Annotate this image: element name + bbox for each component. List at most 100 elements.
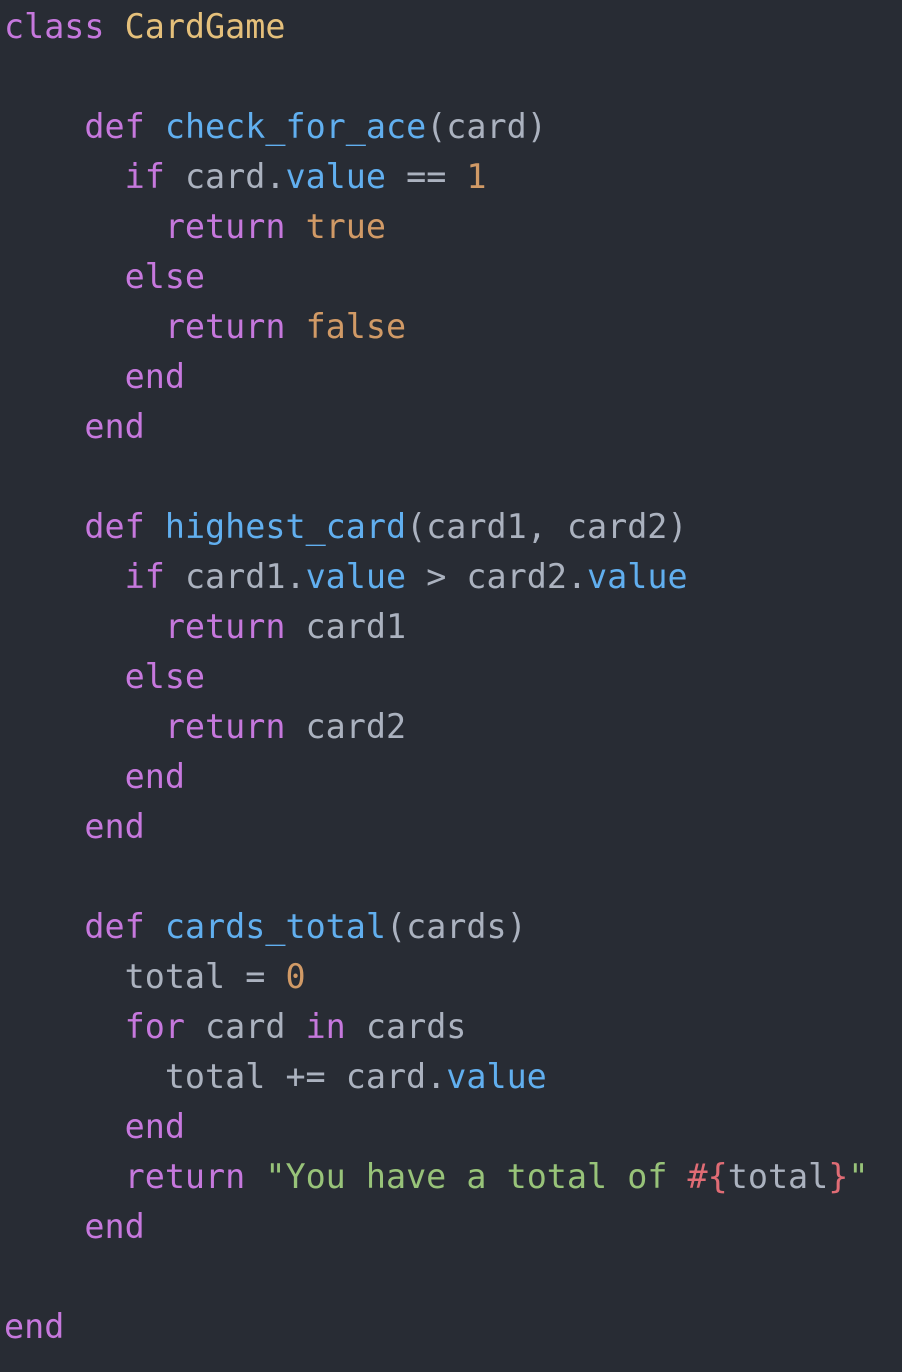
code-line: return card1 <box>4 602 868 652</box>
code-line: end <box>4 402 868 452</box>
code-token-keyword: end <box>124 357 185 396</box>
code-line: for card in cards <box>4 1002 868 1052</box>
code-line: return false <box>4 302 868 352</box>
code-token-func: cards_total <box>164 907 386 946</box>
code-line: if card.value == 1 <box>4 152 868 202</box>
code-token-keyword: return <box>164 707 286 746</box>
code-token-plain: card2 <box>285 707 407 746</box>
code-token-bool: true <box>305 207 386 246</box>
code-token-number: 1 <box>466 157 487 196</box>
code-line: return card2 <box>4 702 868 752</box>
code-token-func: check_for_ace <box>164 107 427 146</box>
code-token-number: 0 <box>285 957 306 996</box>
code-token-plain: card1 <box>285 607 407 646</box>
code-token-keyword: end <box>124 757 185 796</box>
code-token-keyword: for <box>124 1007 185 1046</box>
code-token-prop: value <box>587 557 688 596</box>
code-token-keyword: def <box>84 507 145 546</box>
code-token-keyword: end <box>124 1107 185 1146</box>
code-token-plain: total = <box>4 957 286 996</box>
code-token-plain: card. <box>164 157 286 196</box>
code-token-bool: false <box>305 307 407 346</box>
code-token-plain: card <box>184 1007 306 1046</box>
code-token-plain: card1. <box>164 557 306 596</box>
code-token-keyword: in <box>305 1007 346 1046</box>
code-token-plain: total += card. <box>4 1057 447 1096</box>
code-token-string: " <box>848 1157 869 1196</box>
code-line: total = 0 <box>4 952 868 1002</box>
code-token-interp: } <box>828 1157 849 1196</box>
code-token-keyword: if <box>124 157 165 196</box>
code-token-plain: (card1, card2) <box>406 507 688 546</box>
code-token-keyword: return <box>124 1157 246 1196</box>
code-line: class CardGame <box>4 2 868 52</box>
code-block[interactable]: class CardGame​ def check_for_ace(card) … <box>4 2 868 1352</box>
code-token-plain: cards <box>345 1007 467 1046</box>
code-token-plain: (cards) <box>385 907 527 946</box>
code-editor[interactable]: class CardGame​ def check_for_ace(card) … <box>0 0 902 1372</box>
code-line: ​ <box>4 452 868 502</box>
code-line: end <box>4 1202 868 1252</box>
code-line: end <box>4 1102 868 1152</box>
code-token-keyword: else <box>124 257 206 296</box>
code-line: def cards_total(cards) <box>4 902 868 952</box>
code-token-keyword: end <box>84 407 145 446</box>
code-token-prop: value <box>285 157 386 196</box>
code-line: ​ <box>4 1252 868 1302</box>
code-token-keyword: def <box>84 107 145 146</box>
code-token-string: "You have a total of <box>265 1157 688 1196</box>
code-line: end <box>4 802 868 852</box>
code-line: end <box>4 1302 868 1352</box>
code-token-plain: total <box>727 1157 829 1196</box>
code-token-plain: (card) <box>426 107 547 146</box>
code-token-classname: CardGame <box>124 7 286 46</box>
code-line: return "You have a total of #{total}" <box>4 1152 869 1202</box>
code-line: def check_for_ace(card) <box>4 102 868 152</box>
code-token-keyword: class <box>4 7 105 46</box>
code-line: ​ <box>4 852 868 902</box>
code-line: end <box>4 752 868 802</box>
code-token-keyword: else <box>124 657 206 696</box>
code-token-plain: > card2. <box>406 557 588 596</box>
code-token-func: highest_card <box>164 507 407 546</box>
code-token-interp: #{ <box>687 1157 728 1196</box>
code-token-keyword: def <box>84 907 145 946</box>
code-line: return true <box>4 202 868 252</box>
code-token-keyword: end <box>84 1207 145 1246</box>
code-line: total += card.value <box>4 1052 868 1102</box>
code-line: ​ <box>4 52 868 102</box>
code-token-prop: value <box>446 1057 547 1096</box>
code-line: else <box>4 652 868 702</box>
code-line: end <box>4 352 868 402</box>
code-token-keyword: return <box>164 207 286 246</box>
code-token-keyword: return <box>164 607 286 646</box>
code-token-plain: == <box>385 157 467 196</box>
code-line: if card1.value > card2.value <box>4 552 868 602</box>
